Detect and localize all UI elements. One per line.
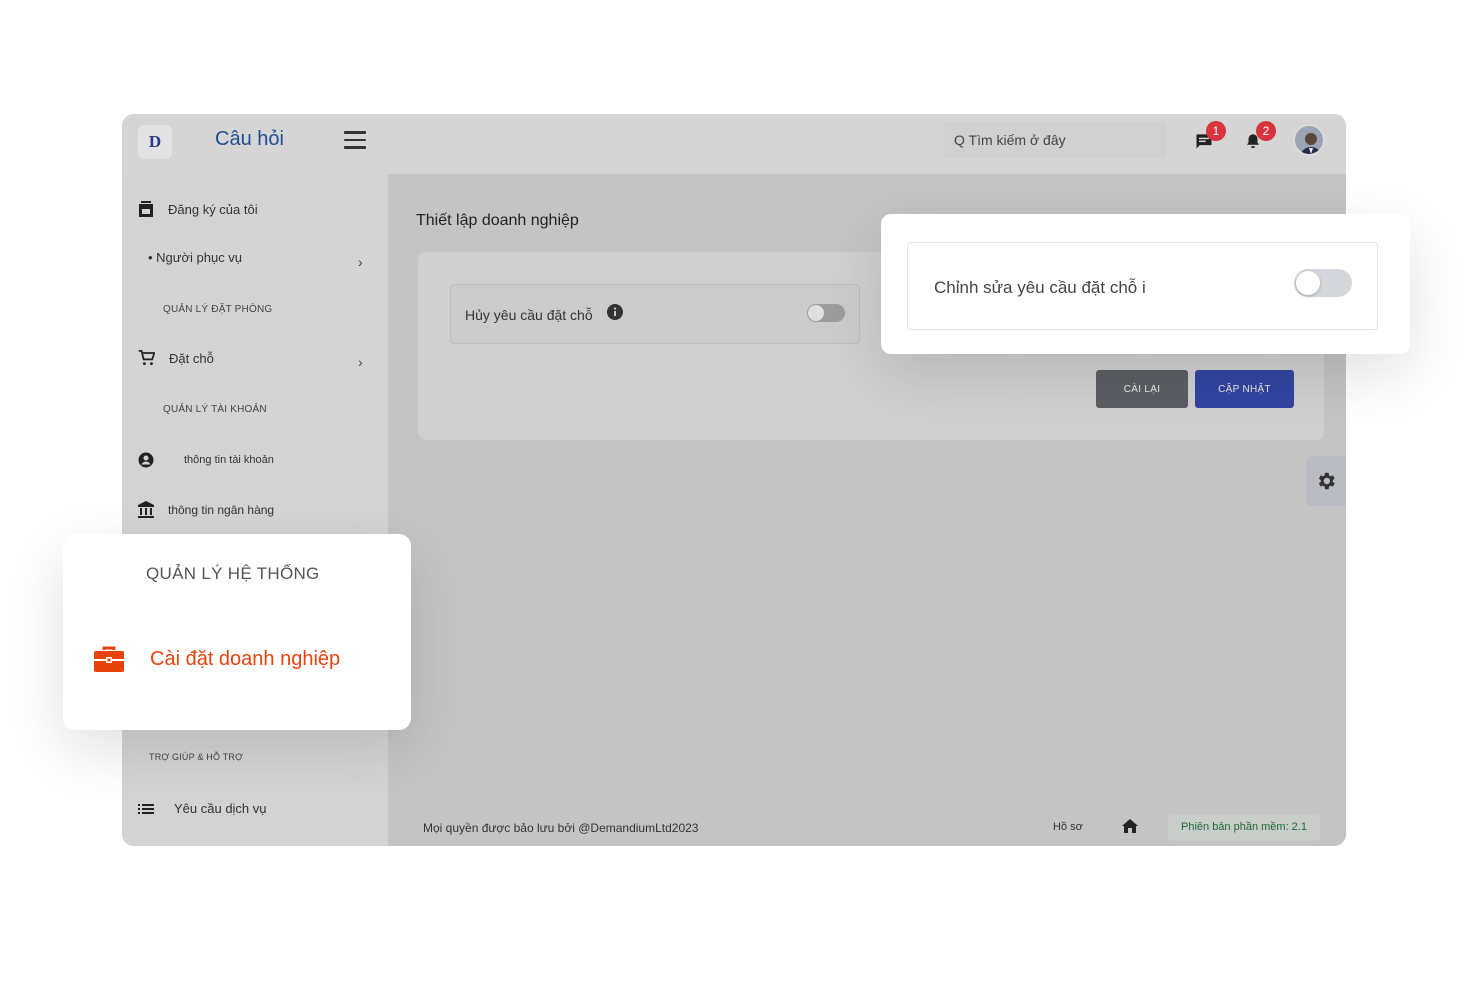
- sidebar-item-servers[interactable]: • Người phục vụ: [148, 250, 242, 265]
- sidebar-item-account-info[interactable]: thông tin tài khoản: [138, 452, 274, 468]
- notifications-badge: 2: [1256, 121, 1276, 141]
- setting-label: Chỉnh sửa yêu cầu đặt chỗ i: [934, 278, 1146, 297]
- sidebar: Đăng ký của tôi • Người phục vụ › QUẢN L…: [122, 174, 388, 846]
- edit-booking-setting: Chỉnh sửa yêu cầu đặt chỗ i: [907, 242, 1378, 330]
- gear-icon: [1318, 472, 1335, 490]
- cart-icon: [138, 350, 155, 366]
- page-title: Thiết lập doanh nghiệp: [416, 212, 579, 229]
- chevron-right-icon: ›: [358, 354, 363, 370]
- briefcase-icon: [94, 646, 124, 672]
- app-title: Câu hỏi: [215, 128, 284, 150]
- sidebar-item-label: Yêu cầu dịch vụ: [174, 801, 267, 816]
- sidebar-item-my-registration[interactable]: Đăng ký của tôi: [138, 200, 258, 218]
- messages-button[interactable]: 1: [1194, 121, 1226, 153]
- messages-badge: 1: [1206, 121, 1226, 141]
- system-management-popout: QUẢN LÝ HỆ THỐNG Cài đặt doanh nghiệp: [63, 534, 411, 730]
- sidebar-item-label: Cài đặt doanh nghiệp: [150, 647, 341, 670]
- top-bar: D Câu hỏi 1 2: [122, 114, 1346, 174]
- reset-button[interactable]: CÀI LẠI: [1096, 370, 1188, 408]
- settings-tab[interactable]: [1306, 456, 1346, 506]
- sidebar-item-service-request[interactable]: Yêu cầu dịch vụ: [138, 801, 267, 816]
- sidebar-item-label: Đăng ký của tôi: [168, 201, 258, 217]
- edit-booking-popout: Chỉnh sửa yêu cầu đặt chỗ i: [881, 214, 1410, 354]
- profile-link[interactable]: Hồ sơ: [1053, 821, 1083, 833]
- footer: Mọi quyền được bảo lưu bởi @DemandiumLtd…: [388, 814, 1346, 844]
- sidebar-item-label: Đặt chỗ: [169, 350, 214, 366]
- calendar-icon: [139, 201, 153, 217]
- menu-icon[interactable]: [344, 131, 366, 149]
- list-icon: [138, 803, 154, 814]
- bank-icon: [138, 501, 154, 518]
- sidebar-item-label: • Người phục vụ: [148, 250, 243, 265]
- section-system-management: QUẢN LÝ HỆ THỐNG: [146, 564, 320, 583]
- search-input[interactable]: [944, 122, 1166, 158]
- notifications-button[interactable]: 2: [1244, 121, 1276, 153]
- sidebar-item-label: thông tin tài khoản: [184, 454, 274, 466]
- section-support: TRỢ GIÚP & HỖ TRỢ: [149, 752, 244, 762]
- account-circle-icon: [138, 452, 154, 468]
- sidebar-item-booking[interactable]: Đặt chỗ: [138, 350, 214, 366]
- app-logo[interactable]: D: [138, 125, 172, 159]
- avatar[interactable]: [1293, 124, 1325, 156]
- info-icon[interactable]: [607, 304, 623, 320]
- section-booking: QUẢN LÝ ĐẶT PHÒNG: [163, 304, 273, 315]
- setting-label: Hủy yêu cầu đặt chỗ: [465, 307, 593, 323]
- edit-booking-toggle[interactable]: [1294, 269, 1352, 297]
- cancel-booking-toggle[interactable]: [807, 304, 845, 322]
- sidebar-item-label: thông tin ngân hàng: [168, 502, 275, 517]
- copyright-text: Mọi quyền được bảo lưu bởi @DemandiumLtd…: [423, 821, 699, 835]
- home-icon[interactable]: [1122, 818, 1138, 834]
- cancel-booking-setting: Hủy yêu cầu đặt chỗ: [450, 284, 860, 344]
- chevron-right-icon: ›: [358, 254, 363, 270]
- section-account: QUẢN LÝ TÀI KHOẢN: [163, 404, 267, 415]
- version-badge: Phiên bản phần mềm: 2.1: [1168, 815, 1320, 841]
- update-button[interactable]: CẬP NHẬT: [1195, 370, 1294, 408]
- sidebar-item-bank-info[interactable]: thông tin ngân hàng: [138, 501, 274, 518]
- sidebar-item-business-settings[interactable]: Cài đặt doanh nghiệp: [94, 646, 340, 672]
